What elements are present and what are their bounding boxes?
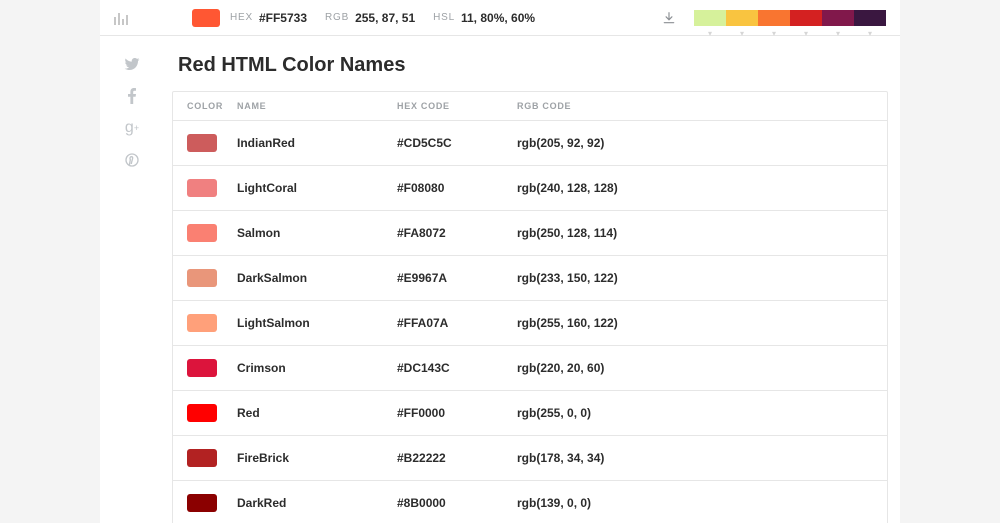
color-rgb: rgb(250, 128, 114) xyxy=(517,226,873,240)
twitter-icon[interactable] xyxy=(124,56,140,72)
color-name: DarkSalmon xyxy=(237,271,397,285)
download-icon[interactable] xyxy=(662,11,676,25)
color-name: Crimson xyxy=(237,361,397,375)
color-name: LightCoral xyxy=(237,181,397,195)
googleplus-icon[interactable]: g+ xyxy=(124,120,140,136)
palette-chip-4[interactable]: ▾ xyxy=(822,10,854,26)
color-hex: #B22222 xyxy=(397,451,517,465)
palette-chip-caret-icon: ▾ xyxy=(804,29,808,38)
color-hex: #E9967A xyxy=(397,271,517,285)
col-rgb: RGB CODE xyxy=(517,101,873,111)
palette-chip-caret-icon: ▾ xyxy=(836,29,840,38)
palette-chip-3[interactable]: ▾ xyxy=(790,10,822,26)
color-rgb: rgb(233, 150, 122) xyxy=(517,271,873,285)
color-name: DarkRed xyxy=(237,496,397,510)
pinterest-icon[interactable] xyxy=(124,152,140,168)
color-name: LightSalmon xyxy=(237,316,397,330)
rgb-value: 255, 87, 51 xyxy=(355,11,415,25)
table-header: COLOR NAME HEX CODE RGB CODE xyxy=(173,92,887,120)
color-rgb: rgb(205, 92, 92) xyxy=(517,136,873,150)
palette-chip-caret-icon: ▾ xyxy=(868,29,872,38)
color-rgb: rgb(220, 20, 60) xyxy=(517,361,873,375)
color-swatch xyxy=(187,314,217,332)
color-rgb: rgb(139, 0, 0) xyxy=(517,496,873,510)
color-swatch xyxy=(187,359,217,377)
page-title: Red HTML Color Names xyxy=(178,54,888,77)
color-hex: #8B0000 xyxy=(397,496,517,510)
hex-value: #FF5733 xyxy=(259,11,307,25)
palette-chip-5[interactable]: ▾ xyxy=(854,10,886,26)
palette-chip-2[interactable]: ▾ xyxy=(758,10,790,26)
color-name: Salmon xyxy=(237,226,397,240)
table-row[interactable]: Salmon#FA8072rgb(250, 128, 114) xyxy=(173,210,887,255)
palette-strip: ▾▾▾▾▾▾ xyxy=(694,10,886,26)
color-swatch xyxy=(187,449,217,467)
col-color: COLOR xyxy=(187,101,237,111)
rgb-label: RGB xyxy=(325,12,349,23)
palette-chip-0[interactable]: ▾ xyxy=(694,10,726,26)
color-hex: #DC143C xyxy=(397,361,517,375)
table-row[interactable]: LightSalmon#FFA07Argb(255, 160, 122) xyxy=(173,300,887,345)
main-color-swatch[interactable] xyxy=(192,9,220,27)
color-rgb: rgb(255, 0, 0) xyxy=(517,406,873,420)
hsl-value: 11, 80%, 60% xyxy=(461,11,535,25)
color-swatch xyxy=(187,179,217,197)
palette-chip-1[interactable]: ▾ xyxy=(726,10,758,26)
color-hex: #FA8072 xyxy=(397,226,517,240)
table-row[interactable]: FireBrick#B22222rgb(178, 34, 34) xyxy=(173,435,887,480)
color-swatch xyxy=(187,404,217,422)
color-swatch xyxy=(187,134,217,152)
color-rgb: rgb(178, 34, 34) xyxy=(517,451,873,465)
hex-label: HEX xyxy=(230,12,253,23)
color-hex: #F08080 xyxy=(397,181,517,195)
color-rgb: rgb(255, 160, 122) xyxy=(517,316,873,330)
table-row[interactable]: Crimson#DC143Crgb(220, 20, 60) xyxy=(173,345,887,390)
palette-chip-caret-icon: ▾ xyxy=(708,29,712,38)
palette-chip-caret-icon: ▾ xyxy=(772,29,776,38)
table-row[interactable]: IndianRed#CD5C5Crgb(205, 92, 92) xyxy=(173,120,887,165)
color-swatch xyxy=(187,269,217,287)
color-swatch xyxy=(187,224,217,242)
color-name: Red xyxy=(237,406,397,420)
color-hex: #FFA07A xyxy=(397,316,517,330)
social-rail: g+ xyxy=(100,36,164,168)
color-hex: #FF0000 xyxy=(397,406,517,420)
color-table: COLOR NAME HEX CODE RGB CODE IndianRed#C… xyxy=(172,91,888,523)
col-name: NAME xyxy=(237,101,397,111)
col-hex: HEX CODE xyxy=(397,101,517,111)
color-name: IndianRed xyxy=(237,136,397,150)
stats-icon[interactable] xyxy=(114,11,128,25)
color-hex: #CD5C5C xyxy=(397,136,517,150)
hsl-label: HSL xyxy=(433,12,455,23)
color-rgb: rgb(240, 128, 128) xyxy=(517,181,873,195)
facebook-icon[interactable] xyxy=(124,88,140,104)
color-swatch xyxy=(187,494,217,512)
color-topbar: HEX #FF5733 RGB 255, 87, 51 HSL 11, 80%,… xyxy=(100,0,900,36)
table-row[interactable]: DarkSalmon#E9967Argb(233, 150, 122) xyxy=(173,255,887,300)
palette-chip-caret-icon: ▾ xyxy=(740,29,744,38)
table-row[interactable]: DarkRed#8B0000rgb(139, 0, 0) xyxy=(173,480,887,523)
color-name: FireBrick xyxy=(237,451,397,465)
table-row[interactable]: LightCoral#F08080rgb(240, 128, 128) xyxy=(173,165,887,210)
table-row[interactable]: Red#FF0000rgb(255, 0, 0) xyxy=(173,390,887,435)
